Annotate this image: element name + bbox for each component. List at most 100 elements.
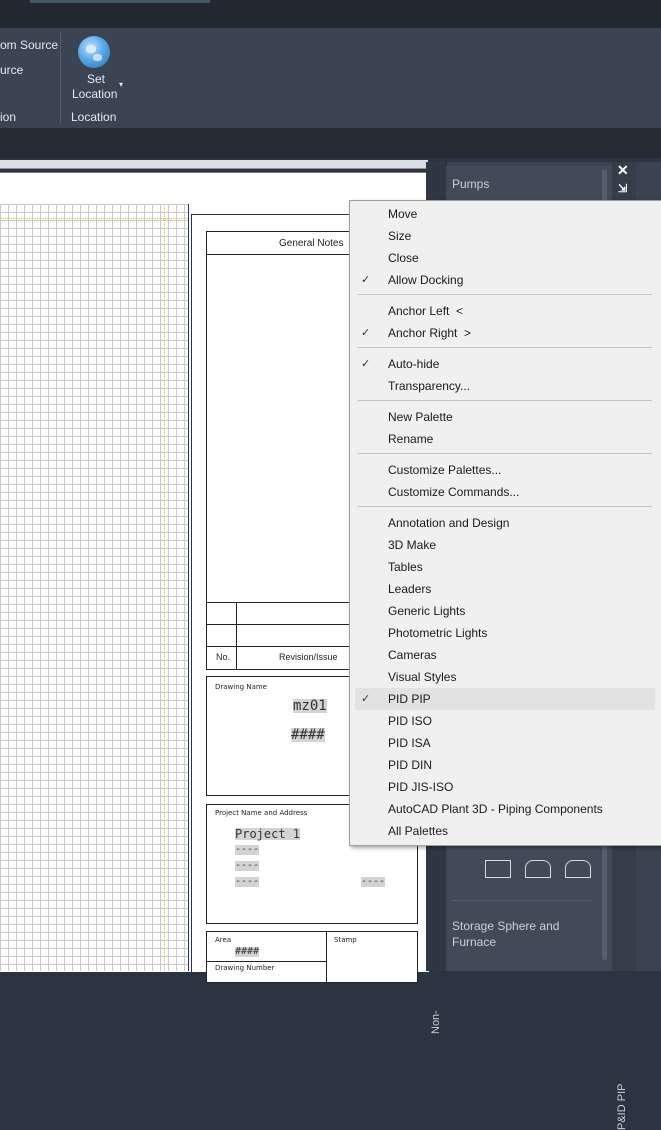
menu-item-anchor-left[interactable]: Anchor Left < — [351, 300, 660, 322]
menu-item-close[interactable]: Close — [351, 247, 660, 269]
palette-properties-icon[interactable]: ⇲ — [618, 182, 627, 195]
menu-item-visual-styles[interactable]: Visual Styles — [351, 666, 660, 688]
project-dash-3: ---- — [235, 876, 260, 887]
menu-item-customize-palettes[interactable]: Customize Palettes... — [351, 459, 660, 481]
menu-item-label: Cameras — [388, 648, 437, 662]
menu-item-anchor-right[interactable]: ✓ Anchor Right > — [351, 322, 660, 344]
set-location-label-line1: Set — [87, 72, 106, 86]
paper-edge — [0, 160, 428, 169]
revision-issue-label: Revision/Issue — [279, 652, 338, 662]
menu-item-cameras[interactable]: Cameras — [351, 644, 660, 666]
menu-item-pid-pip[interactable]: ✓ PID PIP — [355, 688, 655, 710]
menu-item-rename[interactable]: Rename — [351, 428, 660, 450]
checkmark-icon: ✓ — [361, 693, 371, 705]
menu-item-photometric-lights[interactable]: Photometric Lights — [351, 622, 660, 644]
menu-item-label: PID ISA — [388, 736, 431, 750]
drawing-grid[interactable] — [0, 204, 189, 971]
menu-item-label: PID PIP — [388, 692, 431, 706]
project-value: Project 1 — [235, 827, 301, 841]
palette-section-storage-line2[interactable]: Furnace — [452, 935, 496, 949]
menu-item-customize-commands[interactable]: Customize Commands... — [351, 481, 660, 503]
project-label: Project Name and Address — [215, 809, 308, 817]
menu-item-label: Tables — [388, 560, 423, 574]
rev-no-label: No. — [216, 652, 231, 662]
general-notes-title: General Notes — [279, 238, 344, 249]
menu-item-annotation-and-design[interactable]: Annotation and Design — [351, 512, 660, 534]
menu-item-label: AutoCAD Plant 3D - Piping Components — [388, 802, 603, 816]
project-dash-2: ---- — [235, 860, 260, 871]
palette-side-tab-left[interactable]: Non- — [430, 1010, 442, 1034]
menu-item-label: Leaders — [388, 582, 432, 596]
menu-item-size[interactable]: Size — [351, 225, 660, 247]
menu-item-pid-din[interactable]: PID DIN — [351, 754, 660, 776]
title-bar — [0, 0, 661, 28]
stamp-label: Stamp — [334, 936, 357, 944]
menu-separator — [358, 400, 652, 401]
location-panel-label: Location — [71, 110, 117, 124]
menu-separator — [358, 294, 652, 295]
menu-item-pid-isa[interactable]: PID ISA — [351, 732, 660, 754]
set-location-label-line2: Location — [72, 87, 118, 101]
menu-item-transparency[interactable]: Transparency... — [351, 375, 660, 397]
menu-item-label: Move — [388, 207, 418, 221]
tab-indicator — [30, 0, 210, 3]
ribbon-bottom-band — [0, 128, 661, 158]
tank-dome-tool-icon[interactable] — [565, 860, 591, 878]
menu-separator — [358, 453, 652, 454]
menu-item-3d-make[interactable]: 3D Make — [351, 534, 660, 556]
project-dash-1: ---- — [235, 844, 260, 855]
menu-item-label: New Palette — [388, 410, 453, 424]
menu-item-label: Anchor Right > — [388, 326, 472, 340]
palette-context-menu[interactable]: Move Size Close ✓ Allow Docking Anchor Left <… — [349, 200, 661, 846]
menu-item-label: Size — [388, 229, 412, 243]
palette-section-storage-line1[interactable]: Storage Sphere and — [452, 919, 559, 933]
area-label: Area — [215, 936, 232, 944]
tank-tool-icon[interactable] — [525, 860, 551, 878]
palette-section-divider — [452, 900, 592, 901]
project-dash-4: ---- — [361, 876, 386, 887]
close-icon[interactable]: ✕ — [617, 162, 629, 179]
menu-item-auto-hide[interactable]: ✓ Auto-hide — [351, 353, 660, 375]
menu-item-label: Auto-hide — [388, 357, 440, 371]
area-stamp-box: Area #### Drawing Number Stamp — [206, 931, 418, 983]
menu-item-generic-lights[interactable]: Generic Lights — [351, 600, 660, 622]
menu-item-pid-iso[interactable]: PID ISO — [351, 710, 660, 732]
checkmark-icon: ✓ — [361, 274, 371, 286]
menu-item-label: Transparency... — [388, 379, 471, 393]
menu-item-label: PID DIN — [388, 758, 433, 772]
menu-item-label: All Palettes — [388, 824, 449, 838]
menu-separator — [358, 347, 652, 348]
menu-item-new-palette[interactable]: New Palette — [351, 406, 660, 428]
menu-item-label: Visual Styles — [388, 670, 457, 684]
menu-item-label: Close — [388, 251, 419, 265]
area-value: #### — [235, 946, 260, 957]
menu-item-autocad-plant-3d-piping-components[interactable]: AutoCAD Plant 3D - Piping Components — [351, 798, 660, 820]
menu-item-tables[interactable]: Tables — [351, 556, 660, 578]
menu-item-label: Customize Palettes... — [388, 463, 502, 477]
menu-item-label: PID JIS-ISO — [388, 780, 454, 794]
ribbon-item-partial-source-2[interactable]: urce — [0, 63, 23, 77]
palette-section-pumps[interactable]: Pumps — [452, 177, 489, 191]
ribbon-item-partial-source[interactable]: om Source — [0, 38, 58, 52]
grid-guide-horizontal — [0, 218, 188, 219]
dropdown-arrow-icon[interactable]: ▾ — [119, 80, 123, 89]
grid-guide-vertical — [164, 204, 165, 971]
menu-item-label: Annotation and Design — [388, 516, 510, 530]
menu-item-label: Generic Lights — [388, 604, 466, 618]
menu-item-label: 3D Make — [388, 538, 437, 552]
drawing-name-hash: #### — [291, 727, 325, 743]
menu-item-label: Rename — [388, 432, 434, 446]
drawing-name-value: mz01 — [293, 698, 327, 714]
menu-item-move[interactable]: Move — [351, 203, 660, 225]
menu-item-all-palettes[interactable]: All Palettes — [351, 820, 660, 842]
menu-item-pid-jis-iso[interactable]: PID JIS-ISO — [351, 776, 660, 798]
menu-item-allow-docking[interactable]: ✓ Allow Docking — [351, 269, 660, 291]
palette-tab-pid-pip[interactable]: P&ID PIP — [616, 1084, 628, 1130]
ribbon-separator — [60, 32, 61, 124]
menu-item-label: Allow Docking — [388, 273, 464, 287]
vessel-tool-icon[interactable] — [485, 860, 511, 878]
menu-item-label: PID ISO — [388, 714, 433, 728]
checkmark-icon: ✓ — [361, 327, 371, 339]
menu-item-label: Customize Commands... — [388, 485, 520, 499]
menu-item-leaders[interactable]: Leaders — [351, 578, 660, 600]
